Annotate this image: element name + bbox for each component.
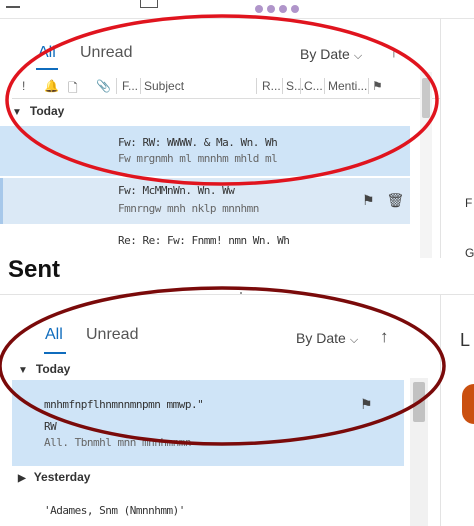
scrollbar[interactable]: [410, 378, 428, 526]
row-action-icons: ⚑: [360, 396, 373, 413]
scrollbar-thumb[interactable]: [413, 382, 425, 422]
message-recipient: mnhmfnpflhnmnnmnpmn mmwp.": [44, 398, 204, 411]
arrow-up-icon[interactable]: ↑: [390, 44, 398, 62]
message-row[interactable]: 'Adames, Snm (Nmnnhmm)': [12, 494, 404, 526]
toolbar-tool-icon[interactable]: [6, 0, 20, 8]
chevron-right-icon: ▶: [18, 473, 26, 484]
avatar: [462, 384, 474, 424]
message-preview: Fmnrngw mnh nklp mnnhmn: [118, 202, 259, 215]
chevron-down-icon: ▼: [12, 107, 22, 118]
message-subject: RW: [44, 420, 57, 433]
delete-icon[interactable]: 🗑: [386, 192, 404, 208]
message-row[interactable]: Re: Re: Fw: Fnmm! nmn Wn. Wh: [0, 228, 410, 258]
document-icon[interactable]: 🗋: [68, 79, 78, 100]
column-subject[interactable]: Subject: [144, 79, 184, 93]
reading-pane-text: L: [460, 330, 471, 350]
chevron-down-icon: ⌵: [353, 50, 363, 62]
sort-label: By Date: [296, 330, 346, 346]
message-subject: Fw: McMMnWn. Wn. Ww: [118, 184, 235, 197]
tab-unread[interactable]: Unread: [86, 326, 138, 344]
calendar-icon[interactable]: [140, 0, 158, 8]
resize-handle[interactable]: [240, 292, 242, 294]
sort-label: By Date: [300, 46, 350, 62]
active-tab-underline: [36, 68, 58, 70]
message-row[interactable]: Fw: McMMnWn. Wn. Ww Fmnrngw mnh nklp mnn…: [0, 178, 410, 224]
message-preview: Fw mrgnmh ml mnnhm mhld ml: [118, 152, 278, 165]
scrollbar[interactable]: [420, 72, 432, 258]
message-row[interactable]: Fw: RW: WWWW. & Ma. Wn. Wh Fw mrgnmh ml …: [0, 126, 410, 176]
column-header-row: ! 🔔 🗋 📎 F... Subject R... S... C... Ment…: [12, 74, 440, 99]
reading-pane-text: G: [465, 246, 474, 260]
screenshot-root: All Unread By Date ⌵ ↑ ! 🔔 🗋 📎 F... Subje…: [0, 0, 474, 526]
message-subject: Re: Re: Fw: Fnmm! nmn Wn. Wh: [118, 234, 290, 247]
purple-dot-icon[interactable]: [255, 5, 263, 13]
chevron-down-icon: ⌵: [349, 334, 359, 346]
pane-divider: [440, 294, 441, 526]
column-size[interactable]: S...: [286, 79, 304, 93]
purple-dot-icon[interactable]: [279, 5, 287, 13]
arrow-up-icon[interactable]: ↑: [380, 327, 389, 347]
flag-icon[interactable]: ⚑: [362, 192, 375, 208]
active-tab-underline: [44, 352, 66, 354]
top-toolbar-strip: [0, 0, 474, 19]
scrollbar-thumb[interactable]: [422, 78, 430, 118]
group-header-yesterday[interactable]: ▶ Yesterday: [18, 470, 90, 484]
tab-all[interactable]: All: [45, 326, 63, 344]
pane-divider: [440, 18, 441, 258]
row-action-icons: ⚑ 🗑: [362, 192, 404, 209]
message-row[interactable]: mnhmfnpflhnmnnmnpmn mmwp." RW All. Tbnmh…: [12, 380, 404, 466]
chevron-down-icon: ▼: [18, 365, 28, 376]
column-received[interactable]: R...: [262, 79, 281, 93]
tab-all[interactable]: All: [38, 44, 56, 62]
purple-dot-icon[interactable]: [291, 5, 299, 13]
toolbar-color-icons: [255, 0, 395, 13]
flag-icon[interactable]: ⚑: [360, 396, 373, 412]
importance-icon[interactable]: !: [22, 79, 25, 93]
column-categories[interactable]: C...: [304, 79, 323, 93]
attachment-icon[interactable]: 📎: [96, 79, 111, 93]
reading-pane-text: F: [465, 196, 473, 210]
sort-dropdown[interactable]: By Date ⌵: [300, 46, 362, 63]
sort-dropdown[interactable]: By Date ⌵: [296, 330, 358, 347]
message-recipient: 'Adames, Snm (Nmnnhmm)': [44, 504, 185, 517]
flag-filter-icon[interactable]: ⚑: [372, 79, 383, 93]
message-preview: All. Tbnmhl mnn mnnhmnmn: [44, 436, 191, 449]
tab-unread[interactable]: Unread: [80, 44, 132, 62]
sent-section-label: Sent: [8, 256, 61, 283]
group-header-today[interactable]: ▼ Today: [18, 362, 70, 376]
group-header-today[interactable]: ▼ Today: [12, 104, 64, 118]
purple-dot-icon[interactable]: [267, 5, 275, 13]
message-subject: Fw: RW: WWWW. & Ma. Wn. Wh: [118, 136, 278, 149]
row-accent: [0, 178, 3, 224]
column-from[interactable]: F...: [122, 79, 138, 93]
column-mentions[interactable]: Menti...: [328, 79, 367, 93]
reminder-bell-icon[interactable]: 🔔: [44, 79, 59, 93]
